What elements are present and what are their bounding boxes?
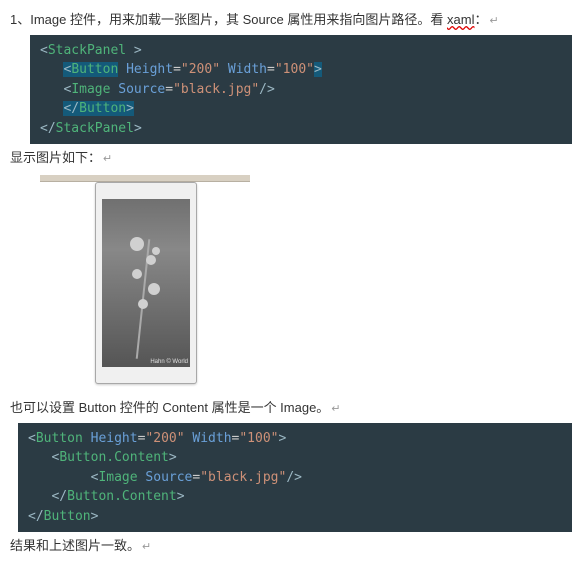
text-part: ： (474, 12, 487, 27)
text: 结果和上述图片一致。 (10, 538, 140, 553)
text: 也可以设置 Button 控件的 Content 属性是一个 Image。 (10, 400, 329, 415)
line-break-mark: ↵ (331, 403, 340, 415)
line-break-mark: ↵ (103, 153, 112, 165)
demo-button: Hahn © World (95, 182, 197, 384)
paragraph-3: 也可以设置 Button 控件的 Content 属性是一个 Image。↵ (10, 398, 572, 419)
line-break-mark: ↵ (489, 15, 498, 27)
image-watermark: Hahn © World (150, 359, 188, 365)
paragraph-4: 结果和上述图片一致。↵ (10, 536, 572, 557)
text: 显示图片如下： (10, 150, 101, 165)
code-block-2: <Button Height="200" Width="100"> <Butto… (18, 423, 572, 533)
line-break-mark: ↵ (142, 541, 151, 553)
spellcheck-word: xaml (447, 12, 474, 27)
code-block-1: <StackPanel > <Button Height="200" Width… (30, 35, 572, 145)
paragraph-2: 显示图片如下：↵ (10, 148, 572, 169)
text-part: Image 控件，用来加载一张图片，其 Source 属性用来指向图片路径。看 (30, 12, 447, 27)
demo-output: Hahn © World (40, 175, 572, 384)
list-number: 1、 (10, 12, 30, 27)
window-titlebar (40, 175, 250, 182)
demo-image: Hahn © World (102, 199, 190, 367)
paragraph-1: 1、Image 控件，用来加载一张图片，其 Source 属性用来指向图片路径。… (10, 10, 572, 31)
